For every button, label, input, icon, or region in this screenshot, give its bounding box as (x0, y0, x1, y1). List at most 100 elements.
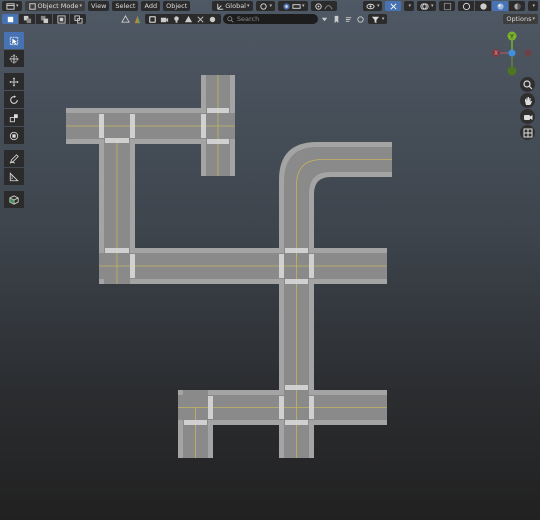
wireframe-shading-button[interactable] (458, 1, 475, 11)
orientation-dropdown[interactable]: Global ▾ (212, 1, 253, 11)
shading-dropdown[interactable]: ▾ (528, 1, 538, 11)
menu-add[interactable]: Add (141, 1, 161, 11)
chevron-down-icon: ▾ (376, 3, 380, 9)
move-tool[interactable] (4, 73, 24, 90)
rendered-shading-button[interactable] (509, 1, 526, 11)
gizmo-y-label: Y (509, 34, 514, 41)
gizmo-toggle-button[interactable] (385, 1, 402, 11)
3d-viewport[interactable]: ▾ Object Mode ▾ View Select Add Object G… (0, 0, 540, 520)
chevron-down-icon: ▾ (247, 3, 250, 9)
solid-shading-button[interactable] (475, 1, 492, 11)
select-intersect-button[interactable] (70, 14, 86, 24)
pivot-point-button[interactable]: ▾ (255, 1, 276, 11)
overlays-icon (420, 1, 430, 11)
mesh-filter-icon (184, 14, 194, 24)
zoom-button[interactable] (520, 77, 535, 92)
select-invert-button[interactable] (53, 14, 69, 24)
proportional-edit-icon (314, 1, 324, 11)
transform-icon (9, 131, 19, 141)
snap-increment-icon (291, 1, 301, 11)
rendered-icon (512, 1, 522, 11)
road-network[interactable] (0, 0, 540, 520)
chevron-down-icon: ▾ (381, 16, 385, 22)
chevron-down-icon: ▾ (532, 16, 535, 22)
gizmo-y-negative (507, 66, 517, 76)
search-placeholder: Search (236, 15, 260, 23)
options-label: Options (506, 15, 532, 23)
cursor-tool[interactable] (4, 50, 24, 67)
select-new-button[interactable] (2, 14, 18, 24)
pan-button[interactable] (520, 93, 535, 108)
chevron-down-icon: ▾ (269, 3, 273, 9)
global-orientation-icon (215, 1, 225, 11)
filter-funnel-icon (371, 14, 381, 24)
mode-label: Object Mode (37, 2, 79, 10)
gizmo-icon (388, 1, 398, 11)
camera-icon (523, 112, 533, 122)
search-icon (227, 15, 234, 23)
select-box-tool[interactable] (4, 32, 24, 49)
menu-view[interactable]: View (87, 1, 110, 11)
add-cube-tool[interactable] (4, 191, 24, 208)
shading-modes (458, 1, 526, 11)
scale-tool[interactable] (4, 109, 24, 126)
select-extend-icon (22, 14, 32, 24)
rotate-tool[interactable] (4, 91, 24, 108)
solid-icon (478, 1, 488, 11)
gizmo-z-axis (508, 49, 516, 57)
light-filter-icon (172, 14, 182, 24)
xray-button[interactable] (439, 1, 456, 11)
empty-filter-icon (196, 14, 206, 24)
chevron-down-icon: ▾ (79, 3, 82, 9)
sync-icon[interactable] (356, 14, 366, 24)
overlays-button[interactable]: ▾ (416, 1, 437, 11)
options-dropdown[interactable]: Options ▾ (503, 14, 538, 24)
eye-icon (366, 1, 376, 11)
select-extend-button[interactable] (19, 14, 35, 24)
object-mode-icon (28, 1, 38, 11)
left-toolbar (4, 32, 24, 208)
chevron-down-icon: ▾ (16, 3, 19, 9)
transform-tool[interactable] (4, 127, 24, 144)
filter-button[interactable]: ▾ (367, 14, 388, 24)
select-intersect-icon (73, 14, 83, 24)
tool-settings-bar: Search ▾ Options ▾ (0, 13, 540, 25)
annotate-tool[interactable] (4, 150, 24, 167)
filter-type-icon[interactable] (121, 14, 131, 24)
xray-icon (442, 1, 452, 11)
color-palette-icon[interactable] (133, 14, 143, 24)
chevron-down-icon: ▾ (532, 3, 535, 9)
camera-view-button[interactable] (520, 109, 535, 124)
navigation-gizmo[interactable]: Y X (490, 30, 534, 76)
annotate-icon (9, 153, 19, 164)
sort-icon[interactable] (344, 14, 354, 24)
add-cube-icon (9, 194, 19, 205)
editor-type-button[interactable]: ▾ (2, 1, 22, 11)
pan-hand-icon (523, 96, 533, 106)
gizmo-dropdown[interactable]: ▾ (404, 1, 414, 11)
select-invert-icon (56, 14, 66, 24)
measure-tool[interactable] (4, 168, 24, 185)
perspective-toggle-button[interactable] (520, 125, 535, 140)
mode-dropdown[interactable]: Object Mode ▾ (24, 1, 85, 11)
select-new-icon (5, 14, 15, 24)
restrict-toggle-icon[interactable] (320, 14, 330, 24)
other-filter-icon (208, 14, 218, 24)
bookmark-icon[interactable] (332, 14, 342, 24)
gizmo-x-positive (524, 49, 532, 57)
viewport-header: ▾ Object Mode ▾ View Select Add Object G… (0, 0, 540, 12)
cursor-icon (9, 53, 19, 64)
chevron-down-icon: ▾ (408, 3, 411, 9)
selectability-button[interactable]: ▾ (362, 1, 383, 11)
perspective-grid-icon (523, 128, 533, 138)
select-subtract-button[interactable] (36, 14, 52, 24)
menu-object[interactable]: Object (163, 1, 191, 11)
search-input[interactable]: Search (222, 14, 318, 24)
editor-type-icon (5, 1, 15, 11)
object-filter-icon (148, 14, 158, 24)
proportional-edit-button[interactable] (310, 1, 337, 11)
snap-button[interactable]: ▾ (278, 1, 308, 11)
outliner-filter-group[interactable] (144, 14, 221, 24)
menu-select[interactable]: Select (112, 1, 139, 11)
material-shading-button[interactable] (492, 1, 509, 11)
